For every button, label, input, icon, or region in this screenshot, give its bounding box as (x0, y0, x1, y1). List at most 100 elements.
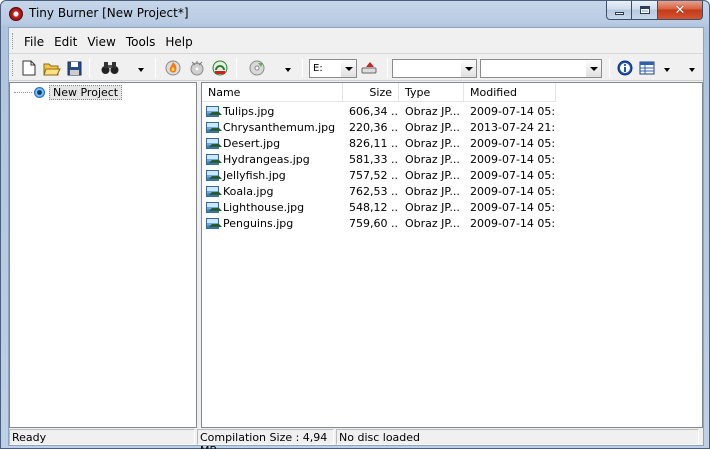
column-header-modified[interactable]: Modified (464, 83, 556, 102)
erase-button[interactable] (187, 58, 207, 78)
file-size: 548,12 ... (349, 200, 399, 214)
view-dropdown-arrow[interactable] (664, 68, 670, 72)
list-body: Tulips.jpg 606,34 ... Obraz JP... 2009-0… (202, 103, 556, 231)
list-header: Name Size Type Modified (202, 83, 556, 102)
burn-flame-icon (165, 60, 181, 76)
menu-view[interactable]: View (82, 35, 120, 49)
file-size: 826,11 ... (349, 136, 399, 150)
maximize-icon (639, 6, 650, 14)
file-type: Obraz JP... (405, 168, 460, 182)
table-row[interactable]: Chrysanthemum.jpg 220,36 ... Obraz JP...… (202, 119, 556, 135)
file-name: Jellyfish.jpg (223, 168, 286, 182)
image-file-icon (206, 217, 222, 229)
info-button[interactable] (615, 58, 635, 78)
image-file-icon (206, 105, 222, 117)
column-header-type[interactable]: Type (399, 83, 464, 102)
disc-icon (249, 60, 265, 76)
new-project-button[interactable] (19, 58, 39, 78)
menu-help[interactable]: Help (160, 35, 197, 49)
copy-disc-button[interactable] (210, 58, 230, 78)
menu-file[interactable]: File (19, 35, 49, 49)
client-area: File Edit View Tools Help E: New Project… (8, 27, 704, 449)
toolbar-overflow-arrow[interactable] (689, 68, 695, 72)
file-modified: 2009-07-14 05:... (470, 216, 556, 230)
title-bar[interactable]: Tiny Burner [New Project*] ✕ (1, 1, 709, 27)
file-size: 762,53 ... (349, 184, 399, 198)
menu-edit[interactable]: Edit (49, 35, 82, 49)
toolbar-separator (302, 58, 303, 78)
eject-disc-icon (361, 62, 377, 74)
status-disc: No disc loaded (336, 429, 699, 445)
table-row[interactable]: Hydrangeas.jpg 581,33 ... Obraz JP... 20… (202, 151, 556, 167)
eject-button[interactable] (359, 58, 379, 78)
disc-dropdown-arrow[interactable] (285, 68, 291, 72)
close-icon: ✕ (674, 2, 686, 18)
drive-select-arrow[interactable] (341, 60, 356, 77)
file-name: Koala.jpg (223, 184, 274, 198)
toolbar-separator (155, 58, 156, 78)
file-modified: 2009-07-14 05:... (470, 168, 556, 182)
file-modified: 2009-07-14 05:... (470, 136, 556, 150)
table-row[interactable]: Lighthouse.jpg 548,12 ... Obraz JP... 20… (202, 199, 556, 215)
table-row[interactable]: Koala.jpg 762,53 ... Obraz JP... 2009-07… (202, 183, 556, 199)
file-name: Lighthouse.jpg (223, 200, 305, 214)
toolbar: E: (9, 55, 703, 81)
close-button[interactable]: ✕ (658, 1, 703, 20)
column-header-size[interactable]: Size (343, 83, 399, 102)
disc-button[interactable] (247, 58, 267, 78)
menu-grip[interactable] (12, 33, 15, 49)
status-bar: Ready Compilation Size : 4,94 MB No disc… (9, 429, 703, 449)
open-button[interactable] (42, 58, 62, 78)
mode-select-arrow[interactable] (586, 60, 601, 77)
image-file-icon (206, 201, 222, 213)
info-icon (617, 60, 633, 76)
table-row[interactable]: Tulips.jpg 606,34 ... Obraz JP... 2009-0… (202, 103, 556, 119)
table-row[interactable]: Jellyfish.jpg 757,52 ... Obraz JP... 200… (202, 167, 556, 183)
file-name: Tulips.jpg (223, 104, 275, 118)
app-disc-icon[interactable] (9, 7, 23, 21)
mode-select[interactable] (480, 59, 602, 78)
file-size: 606,34 ... (349, 104, 399, 118)
toolbar-grip[interactable] (12, 60, 15, 76)
file-type: Obraz JP... (405, 184, 460, 198)
drive-select-value: E: (313, 63, 323, 74)
erase-disc-icon (190, 61, 204, 76)
speed-select[interactable] (392, 59, 477, 78)
status-ready: Ready (9, 429, 195, 445)
drive-select[interactable]: E: (309, 59, 357, 78)
find-dropdown-arrow[interactable] (138, 68, 144, 72)
burn-button[interactable] (163, 58, 183, 78)
column-header-name[interactable]: Name (202, 83, 343, 102)
find-button[interactable] (100, 58, 120, 78)
file-list[interactable]: Name Size Type Modified Tulips.jpg 606,3… (201, 82, 703, 428)
tree-connector (14, 92, 32, 93)
image-file-icon (206, 153, 222, 165)
app-window: Tiny Burner [New Project*] ✕ File Edit V… (0, 0, 710, 449)
table-row[interactable]: Desert.jpg 826,11 ... Obraz JP... 2009-0… (202, 135, 556, 151)
file-size: 759,60 ... (349, 216, 399, 230)
file-modified: 2009-07-14 05:... (470, 200, 556, 214)
window-title: Tiny Burner [New Project*] (29, 6, 189, 20)
image-file-icon (206, 185, 222, 197)
file-modified: 2013-07-24 21:... (470, 120, 556, 134)
toolbar-separator (89, 58, 90, 78)
file-type: Obraz JP... (405, 216, 460, 230)
save-disk-icon (67, 61, 81, 75)
project-disc-icon (34, 87, 45, 98)
image-file-icon (206, 169, 222, 181)
save-button[interactable] (64, 58, 84, 78)
minimize-button[interactable] (606, 1, 632, 20)
menu-bar: File Edit View Tools Help (9, 28, 703, 54)
tree-node-label: New Project (49, 85, 123, 100)
view-mode-button[interactable] (637, 58, 657, 78)
tree-node-root[interactable]: New Project (14, 85, 123, 100)
file-name: Penguins.jpg (223, 216, 294, 230)
menu-tools[interactable]: Tools (121, 35, 161, 49)
maximize-button[interactable] (632, 1, 658, 20)
toolbar-separator (387, 58, 388, 78)
table-row[interactable]: Penguins.jpg 759,60 ... Obraz JP... 2009… (202, 215, 556, 231)
speed-select-arrow[interactable] (461, 60, 476, 77)
file-type: Obraz JP... (405, 152, 460, 166)
file-type: Obraz JP... (405, 136, 460, 150)
project-tree[interactable]: New Project (9, 82, 197, 428)
